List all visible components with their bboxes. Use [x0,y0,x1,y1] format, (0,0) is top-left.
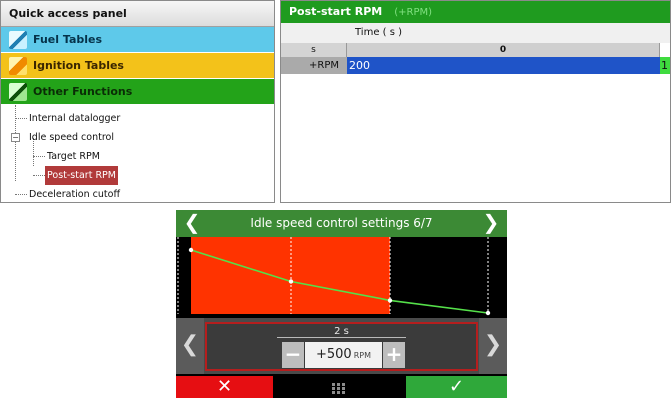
time-axis-label: Time ( s ) [281,23,670,43]
device-header: Idle speed control settings 6/7 [176,210,507,237]
fuel-tables-item[interactable]: Fuel Tables [1,27,274,53]
device-title: Idle speed control settings 6/7 [250,216,433,230]
function-tree: Internal datalogger − Idle speed control… [1,105,274,202]
tree-item-target-rpm[interactable]: Target RPM [1,147,274,166]
tree-connector [15,194,27,195]
tree-item-post-start-rpm[interactable]: Post-start RPM [1,166,274,185]
previous-page-icon[interactable]: ❮ [180,210,204,237]
quick-access-title: Quick access panel [1,1,274,27]
grid-dot [342,387,345,390]
tree-connector [33,156,45,157]
device-footer: ✕ ✓ [176,376,507,398]
rpm-value: +500 [315,347,352,362]
table-column-header: s 0 [281,43,670,57]
column-header-0: 0 [347,43,660,57]
previous-point-icon[interactable]: ❮ [176,318,204,374]
increase-button[interactable]: + [383,342,405,368]
tree-item-internal-datalogger[interactable]: Internal datalogger [1,109,274,128]
curve-point-1[interactable] [288,279,294,284]
ignition-tables-icon [9,57,27,75]
ignition-tables-label: Ignition Tables [33,59,124,72]
post-start-rpm-panel: Post-start RPM (+RPM) Time ( s ) s 0 +RPM… [280,0,671,203]
grid-dot [332,383,335,386]
device-screen: Idle speed control settings 6/7 ❮ ❯ ❮ 2 … [176,210,507,398]
value-editor: ❮ 2 s − +500 RPM + ❯ [176,318,507,374]
grid-dot [337,387,340,390]
row-header: +RPM [281,57,347,74]
tree-label: Target RPM [47,151,100,162]
rpm-value-display[interactable]: +500 RPM [305,342,382,368]
fuel-tables-label: Fuel Tables [33,33,103,46]
tree-connector [33,175,45,176]
grid-dot [337,383,340,386]
other-functions-item[interactable]: Other Functions [1,79,274,105]
curve-point-2[interactable] [387,298,393,303]
grid-dot [337,391,340,394]
table-row: +RPM 200 1 [281,57,670,74]
rpm-unit: RPM [353,351,371,360]
rpm-curve-chart[interactable] [176,237,507,318]
tree-item-deceleration-cutoff[interactable]: Deceleration cutoff [1,185,274,202]
cancel-button[interactable]: ✕ [176,376,273,398]
value-editor-box: 2 s − +500 RPM + [205,322,478,371]
tree-connector [15,118,27,119]
curve-point-3[interactable] [485,310,491,316]
next-point-icon[interactable]: ❯ [479,318,507,374]
table-cell[interactable]: 1 [660,57,670,74]
corner-cell: s [281,43,347,57]
tree-item-idle-speed-control[interactable]: − Idle speed control [1,128,274,147]
decrease-button[interactable]: − [282,342,304,368]
time-divider [277,337,406,338]
other-functions-label: Other Functions [33,85,133,98]
curve-point-0[interactable] [188,247,194,253]
tree-label: Idle speed control [29,132,114,143]
other-functions-icon [9,83,27,101]
table-cell-selected[interactable]: 200 [347,57,660,74]
menu-grid-icon[interactable] [273,376,406,398]
tree-label: Internal datalogger [29,113,121,124]
collapse-toggle-icon[interactable]: − [11,133,20,142]
tree-label: Deceleration cutoff [29,189,120,200]
grid-dot [332,387,335,390]
grid-dot [332,391,335,394]
tree-label-selected: Post-start RPM [45,166,118,185]
grid-dot [342,383,345,386]
table-unit: (+RPM) [394,7,433,18]
quick-access-panel: Quick access panel Fuel Tables Ignition … [0,0,275,203]
next-page-icon[interactable]: ❯ [479,210,503,237]
fuel-tables-icon [9,31,27,49]
table-title-bar: Post-start RPM (+RPM) [281,1,670,23]
table-title: Post-start RPM [289,5,383,18]
grid-dot [342,391,345,394]
confirm-button[interactable]: ✓ [406,376,507,398]
ignition-tables-item[interactable]: Ignition Tables [1,53,274,79]
